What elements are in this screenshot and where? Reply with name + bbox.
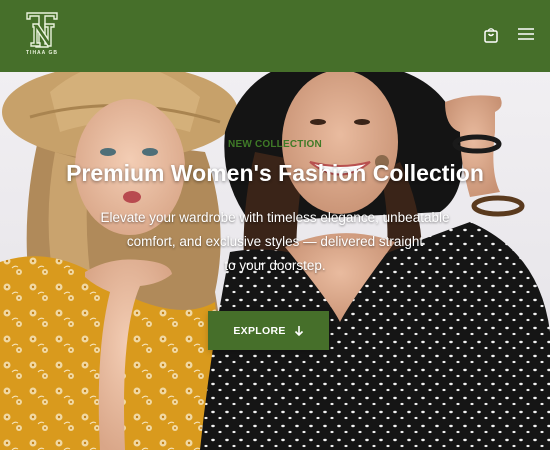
hero-description-line: comfort, and exclusive styles — delivere…: [126, 234, 424, 249]
explore-button-label: EXPLORE: [233, 324, 286, 337]
site-header: TIHAA GB: [0, 0, 550, 72]
hero-description-line: Elevate your wardrobe with timeless eleg…: [100, 210, 450, 225]
hamburger-menu-icon[interactable]: [517, 26, 535, 42]
brand-logo[interactable]: TIHAA GB: [22, 10, 62, 58]
hero-section: NEW COLLECTION Premium Women's Fashion C…: [0, 72, 550, 450]
monogram-icon: [26, 12, 58, 48]
arrow-down-icon: [294, 326, 303, 336]
hero-title: Premium Women's Fashion Collection: [66, 160, 484, 186]
hero-description-line: to your doorstep.: [224, 258, 326, 273]
hero-eyebrow: NEW COLLECTION: [228, 139, 322, 150]
hero-description: Elevate your wardrobe with timeless eleg…: [80, 206, 470, 278]
logo-wordmark: TIHAA GB: [26, 50, 58, 56]
shopping-bag-icon[interactable]: [482, 26, 500, 44]
explore-button[interactable]: EXPLORE: [208, 311, 329, 350]
